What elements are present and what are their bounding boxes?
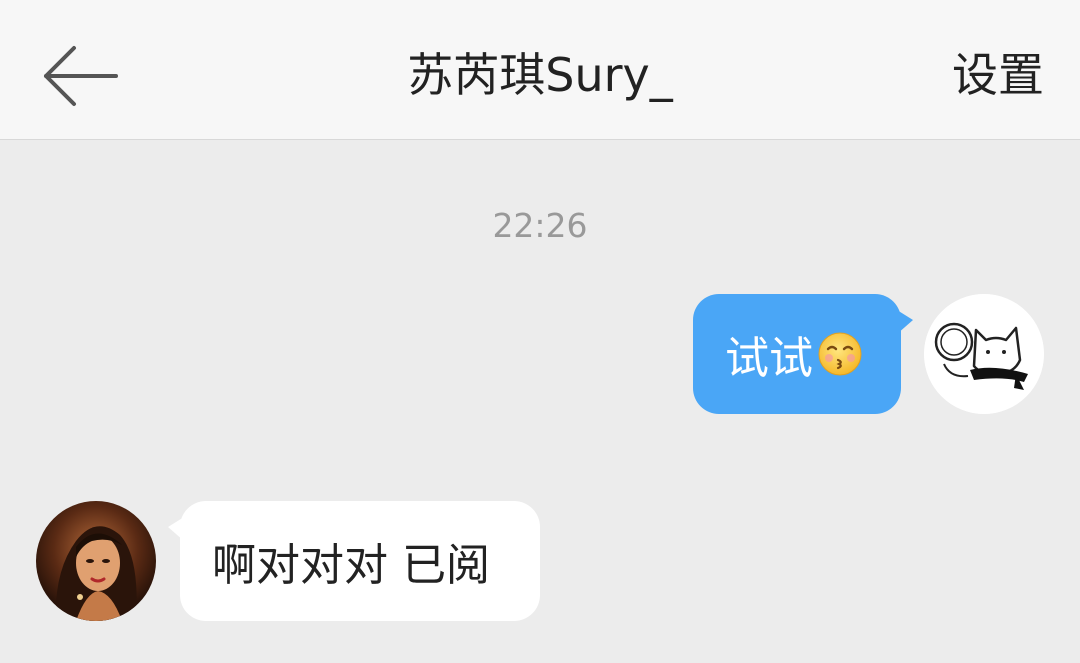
kissing-smiling-face-emoji xyxy=(818,332,862,376)
top-bar: 苏芮琪Sury_ 设置 xyxy=(0,0,1080,140)
contact-avatar[interactable] xyxy=(36,501,156,621)
bubble-tail xyxy=(168,517,184,541)
message-list[interactable]: 22:26 试试 啊对对对 已阅 xyxy=(0,140,1080,663)
back-button[interactable] xyxy=(36,38,126,114)
incoming-message-bubble[interactable]: 啊对对对 已阅 xyxy=(168,501,540,621)
settings-button[interactable]: 设置 xyxy=(952,44,1044,106)
outgoing-message-bubble[interactable]: 试试 xyxy=(693,294,913,414)
message-text: 啊对对对 已阅 xyxy=(212,540,490,591)
my-avatar[interactable] xyxy=(924,294,1044,414)
chat-title: 苏芮琪Sury_ xyxy=(407,48,673,102)
user-photo-avatar-icon xyxy=(55,526,137,621)
message-text: 试试 xyxy=(725,333,813,384)
cartoon-cat-avatar-icon xyxy=(924,294,1044,414)
arrow-left-icon xyxy=(44,46,118,106)
message-timestamp: 22:26 xyxy=(492,206,588,245)
bubble-tail xyxy=(897,310,913,334)
